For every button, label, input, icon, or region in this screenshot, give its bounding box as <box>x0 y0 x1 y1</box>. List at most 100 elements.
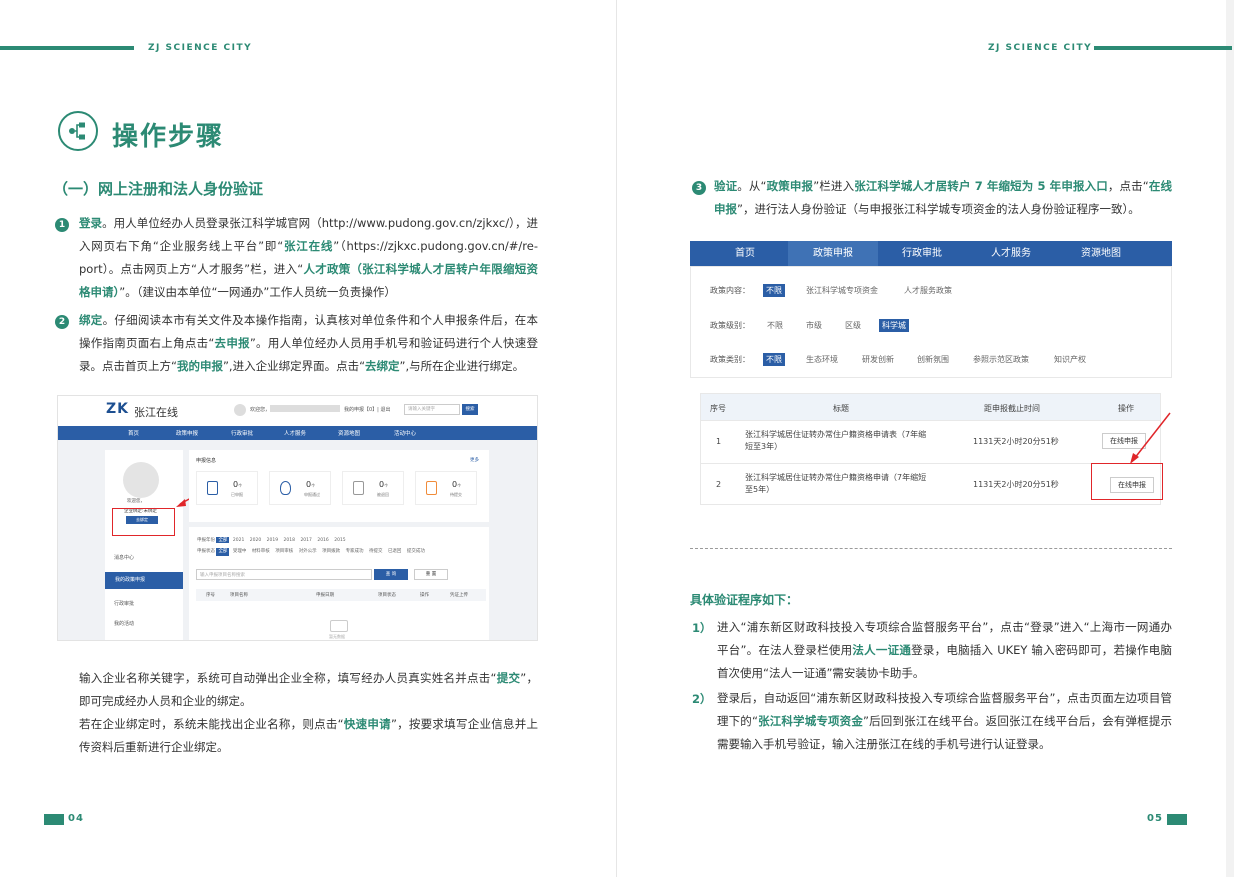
shot-status-chip[interactable]: 待提交 <box>367 548 385 556</box>
shield-icon <box>280 481 291 495</box>
paragraph-submit: 输入企业名称关键字，系统可自动弹出企业全称，填写经办人员真实姓名并点击“提交”，… <box>79 667 538 713</box>
shot-panel-title: 申报信息 <box>196 458 217 464</box>
card-label: 申报通过 <box>304 492 320 497</box>
red-arrow-icon <box>1130 412 1171 464</box>
step-1-highlight-a: 张江在线 <box>283 239 334 253</box>
shot-status-filter: 申报状态 全部 受理中 材料审核 项目审核 对外公示 项目拨款 专家成功 待提交… <box>197 548 487 556</box>
shot-status-chip[interactable]: 材料审核 <box>250 548 272 556</box>
document-spread: ZJ SCIENCE CITY ZJ SCIENCE CITY 操作步骤 （一）… <box>0 0 1234 877</box>
card-label: 待提交 <box>450 492 462 497</box>
shot-year-chip[interactable]: 2015 <box>332 538 347 543</box>
page-edge <box>1226 0 1234 877</box>
shot-status-chip[interactable]: 受理中 <box>231 548 249 556</box>
shot-year-chip[interactable]: 2019 <box>265 538 280 543</box>
shot-status-chip[interactable]: 专家成功 <box>344 548 366 556</box>
shot-col-upload: 凭证上传 <box>450 593 468 598</box>
shot-empty-text: 暂无数据 <box>329 634 345 639</box>
shot-card-approved: 0个 申报通过 <box>269 471 331 505</box>
shot-year-chip[interactable]: 2017 <box>298 538 313 543</box>
procedure-1-marker: 1） <box>692 621 712 635</box>
procedure-2-paragraph: 登录后，自动返回“浦东新区财政科技投入专项综合监督服务平台”，点击页面左边项目管… <box>717 687 1172 756</box>
proc-1-highlight: 法人一证通 <box>852 643 912 657</box>
shot-status-chip[interactable]: 提交成功 <box>405 548 427 556</box>
shot-status-chip[interactable]: 项目审核 <box>273 548 295 556</box>
step-2-text-d: ”,与所在企业进行绑定。 <box>399 359 525 373</box>
shot-side-approval[interactable]: 行政审批 <box>114 600 134 607</box>
card-unit: 个 <box>384 483 389 488</box>
shot-card-pending: 0个 待提交 <box>415 471 477 505</box>
card-label: 已申报 <box>231 492 243 497</box>
procedure-1-paragraph: 进入“浦东新区财政科技投入专项综合监督服务平台”，点击“登录”进入“上海市一网通… <box>717 616 1172 685</box>
footer-bar-right <box>1167 814 1187 825</box>
shot-year-chip[interactable]: 2021 <box>231 538 246 543</box>
step-3-marker: 3 <box>692 181 706 195</box>
step-3-paragraph: 验证。从“政策申报”栏进入张江科学城人才居转户 7 年缩短为 5 年申报入口，点… <box>714 175 1172 221</box>
shot-project-search-placeholder: 输入申报项目名称搜索 <box>200 573 245 578</box>
step-2-highlight-b: 我的申报 <box>176 359 223 373</box>
shot-reset-button[interactable]: 重 置 <box>414 569 448 580</box>
step-3-text-c: ，点击“ <box>1107 179 1149 193</box>
step-1-paragraph: 登录。用人单位经办人员登录张江科学城官网（http://www.pudong.g… <box>79 212 538 304</box>
procedure-heading: 具体验证程序如下： <box>690 593 799 607</box>
shot-col-name: 项目名称 <box>230 593 248 598</box>
document-icon <box>207 481 218 495</box>
dashed-divider <box>690 548 1172 549</box>
footer-bar-left <box>44 814 64 825</box>
step-2-marker: 2 <box>55 315 69 329</box>
step-3-highlight-a: 政策申报 <box>766 179 814 193</box>
shot-col-action: 操作 <box>420 593 429 598</box>
step-2-highlight-a: 去申报 <box>214 336 250 350</box>
header-brand-left: ZJ SCIENCE CITY <box>148 43 253 53</box>
page-number-left: 04 <box>68 813 84 824</box>
empty-box-icon <box>330 620 348 632</box>
page-title: 操作步骤 <box>112 122 225 152</box>
zhangjiang-online-screenshot: ZK 张江在线 欢迎您， 我的申报【0】| 退出 请输入关键字 搜索 首页 政策… <box>57 395 538 641</box>
step-3-text-a: 。从“ <box>737 179 767 193</box>
shot-year-chip[interactable]: 2020 <box>248 538 263 543</box>
step-2-label: 绑定 <box>79 313 103 327</box>
shot-side-messages[interactable]: 消息中心 <box>114 554 134 561</box>
step-2-highlight-c: 去绑定 <box>365 359 400 373</box>
shot-status-label: 申报状态 <box>197 549 215 554</box>
shot-side-events[interactable]: 我的活动 <box>114 620 134 627</box>
para-quick-text-a: 若在企业绑定时，系统未能找出企业名称，则点击“ <box>79 717 344 731</box>
shot-col-date: 申报日期 <box>316 593 334 598</box>
shot-side-my-applications[interactable]: 我的政策申报 <box>105 572 183 589</box>
section-heading: （一）网上注册和法人身份验证 <box>53 180 264 198</box>
step-3-highlight-b: 张江科学城人才居转户 7 年缩短为 5 年申报入口 <box>854 179 1108 193</box>
shot-year-label: 申报年份 <box>197 538 215 543</box>
shot-panel-more[interactable]: 更多 <box>470 457 479 463</box>
proc-2-highlight: 张江科学城专项资金 <box>757 714 863 728</box>
card-unit: 个 <box>238 483 243 488</box>
step-2-text-c: ”,进入企业绑定界面。点击“ <box>222 359 366 373</box>
step-1-label: 登录 <box>79 216 103 230</box>
step-2-paragraph: 绑定。仔细阅读本市有关文件及本操作指南，认真核对单位条件和个人申报条件后，在本操… <box>79 309 538 378</box>
card-label: 被退回 <box>377 492 389 497</box>
page-number-right: 05 <box>1147 813 1163 824</box>
shot-year-chip[interactable]: 2018 <box>282 538 297 543</box>
shot-year-chip[interactable]: 2016 <box>315 538 330 543</box>
shot-card-submitted: 0个 已申报 <box>196 471 258 505</box>
header-brand-right: ZJ SCIENCE CITY <box>988 43 1093 53</box>
shot-status-chip[interactable]: 全部 <box>216 548 230 556</box>
steps-icon <box>58 111 98 151</box>
shot-table-header: 序号 项目名称 申报日期 项目状态 操作 凭证上传 <box>196 589 486 601</box>
step-1-marker: 1 <box>55 218 69 232</box>
shot-status-chip[interactable]: 已退回 <box>386 548 404 556</box>
shot-card-returned: 0个 被退回 <box>342 471 404 505</box>
pending-icon <box>426 481 437 495</box>
shot-year-chip[interactable]: 全部 <box>216 537 230 543</box>
page-divider <box>616 0 617 877</box>
returned-icon <box>353 481 364 495</box>
step-3-text-d: ”，进行法人身份验证（与申报张江科学城专项资金的法人身份验证程序一致）。 <box>737 202 1140 216</box>
para-submit-highlight: 提交 <box>496 671 521 685</box>
shot-status-chip[interactable]: 项目拨款 <box>320 548 342 556</box>
paragraph-quick-apply: 若在企业绑定时，系统未能找出企业名称，则点击“快速申请”，按要求填写企业信息并上… <box>79 713 538 759</box>
step-3-label: 验证 <box>714 179 738 193</box>
shot-year-filter: 申报年份 全部 2021 2020 2019 2018 2017 2016 20… <box>197 537 348 543</box>
procedure-2-marker: 2） <box>692 692 712 706</box>
shot-query-button[interactable]: 查 询 <box>374 569 408 580</box>
header-bar-right <box>1094 46 1232 50</box>
shot-status-chip[interactable]: 对外公示 <box>297 548 319 556</box>
header-bar-left <box>0 46 134 50</box>
